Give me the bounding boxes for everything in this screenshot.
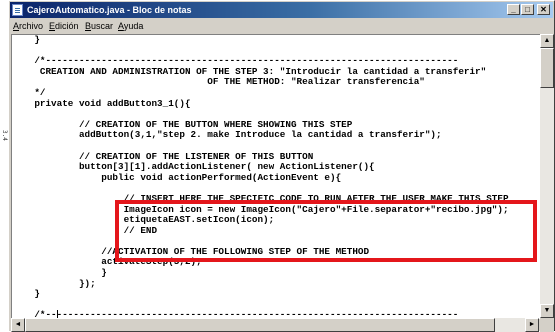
margin-mark: 3.4 xyxy=(1,130,8,141)
menu-ayuda[interactable]: Ayuda xyxy=(118,19,143,33)
size-grip[interactable] xyxy=(540,318,554,332)
vertical-scrollbar[interactable]: ▲ ▼ xyxy=(540,34,554,318)
highlight-box xyxy=(115,200,537,262)
title-bar[interactable]: CajeroAutomatico.java - Bloc de notas _ … xyxy=(10,2,553,18)
horizontal-scrollbar[interactable]: ◄ ► xyxy=(11,318,539,332)
scroll-right-icon[interactable]: ► xyxy=(525,318,539,332)
scroll-up-icon[interactable]: ▲ xyxy=(540,34,554,48)
code-line: OF THE METHOD: "Realizar transferencia" xyxy=(12,76,425,88)
menu-edicion[interactable]: Edición xyxy=(49,19,79,33)
scroll-down-icon[interactable]: ▼ xyxy=(540,304,554,318)
horizontal-scroll-thumb[interactable] xyxy=(25,318,495,332)
menu-archivo[interactable]: Archivo xyxy=(13,19,43,33)
close-button[interactable]: ✕ xyxy=(537,4,550,15)
window-title: CajeroAutomatico.java - Bloc de notas xyxy=(27,5,192,15)
code-line: public void actionPerformed(ActionEvent … xyxy=(12,171,342,183)
code-line: addButton(3,1,"step 2. make Introduce la… xyxy=(12,129,442,141)
code-text: } /*------------------------------------… xyxy=(12,34,509,319)
vertical-scroll-thumb[interactable] xyxy=(540,48,554,88)
maximize-button[interactable]: □ xyxy=(521,4,534,15)
code-line: private void addButton3_1(){ xyxy=(12,97,191,109)
text-editor[interactable]: } /*------------------------------------… xyxy=(11,34,540,319)
scroll-left-icon[interactable]: ◄ xyxy=(11,318,25,332)
notepad-icon xyxy=(12,4,23,16)
notepad-window: CajeroAutomatico.java - Bloc de notas _ … xyxy=(8,0,555,332)
code-line: */ xyxy=(12,86,46,98)
code-line: } xyxy=(12,34,40,45)
minimize-button[interactable]: _ xyxy=(507,4,520,15)
code-line: } xyxy=(12,288,40,300)
menu-buscar[interactable]: Buscar xyxy=(85,19,113,33)
menu-bar: Archivo Edición Buscar Ayuda xyxy=(10,19,553,33)
code-line: }); xyxy=(12,277,96,289)
